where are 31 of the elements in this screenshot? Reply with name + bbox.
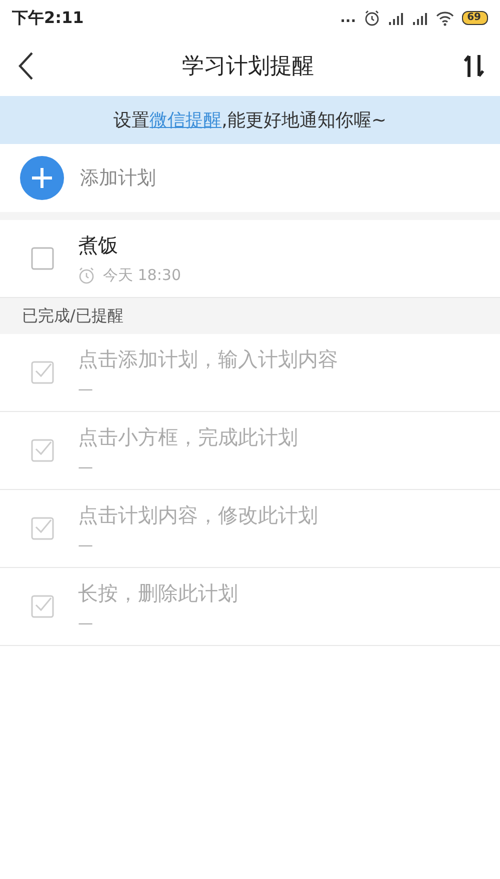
plan-title[interactable]: 点击添加计划，输入计划内容 — [78, 344, 338, 374]
alarm-icon — [78, 267, 95, 284]
reminder-time: — — [78, 535, 93, 556]
checkbox[interactable] — [31, 595, 54, 618]
wifi-icon — [436, 10, 454, 26]
signal-icon — [412, 10, 428, 26]
alarm-icon — [364, 10, 380, 26]
checkbox[interactable] — [31, 439, 54, 462]
reminder-time: — — [78, 613, 93, 634]
reminder-time: — — [78, 379, 93, 400]
more-dots: ... — [340, 13, 356, 23]
back-icon[interactable] — [18, 52, 34, 80]
checkbox[interactable] — [31, 361, 54, 384]
checkbox[interactable] — [31, 247, 54, 270]
plan-title[interactable]: 长按，删除此计划 — [78, 578, 238, 608]
reminder-banner-text: 设置微信提醒,能更好地通知你喔~ — [114, 108, 386, 132]
reminder-time: 今天 18:30 — [103, 265, 181, 286]
wechat-reminder-link[interactable]: 微信提醒 — [150, 110, 222, 130]
checkbox[interactable] — [31, 517, 54, 540]
signal-icon — [388, 10, 404, 26]
add-plan-label[interactable]: 添加计划 — [80, 164, 156, 192]
plan-title[interactable]: 煮饭 — [78, 230, 181, 260]
page-title: 学习计划提醒 — [182, 52, 314, 80]
reminder-time: — — [78, 457, 93, 478]
plan-title[interactable]: 点击小方框，完成此计划 — [78, 422, 298, 452]
plan-title[interactable]: 点击计划内容，修改此计划 — [78, 500, 318, 530]
battery-indicator: 69 — [462, 11, 488, 25]
section-header: 已完成/已提醒 — [22, 305, 124, 327]
sort-icon[interactable] — [462, 53, 486, 79]
add-icon[interactable] — [20, 156, 64, 200]
status-time: 下午2:11 — [12, 7, 84, 29]
